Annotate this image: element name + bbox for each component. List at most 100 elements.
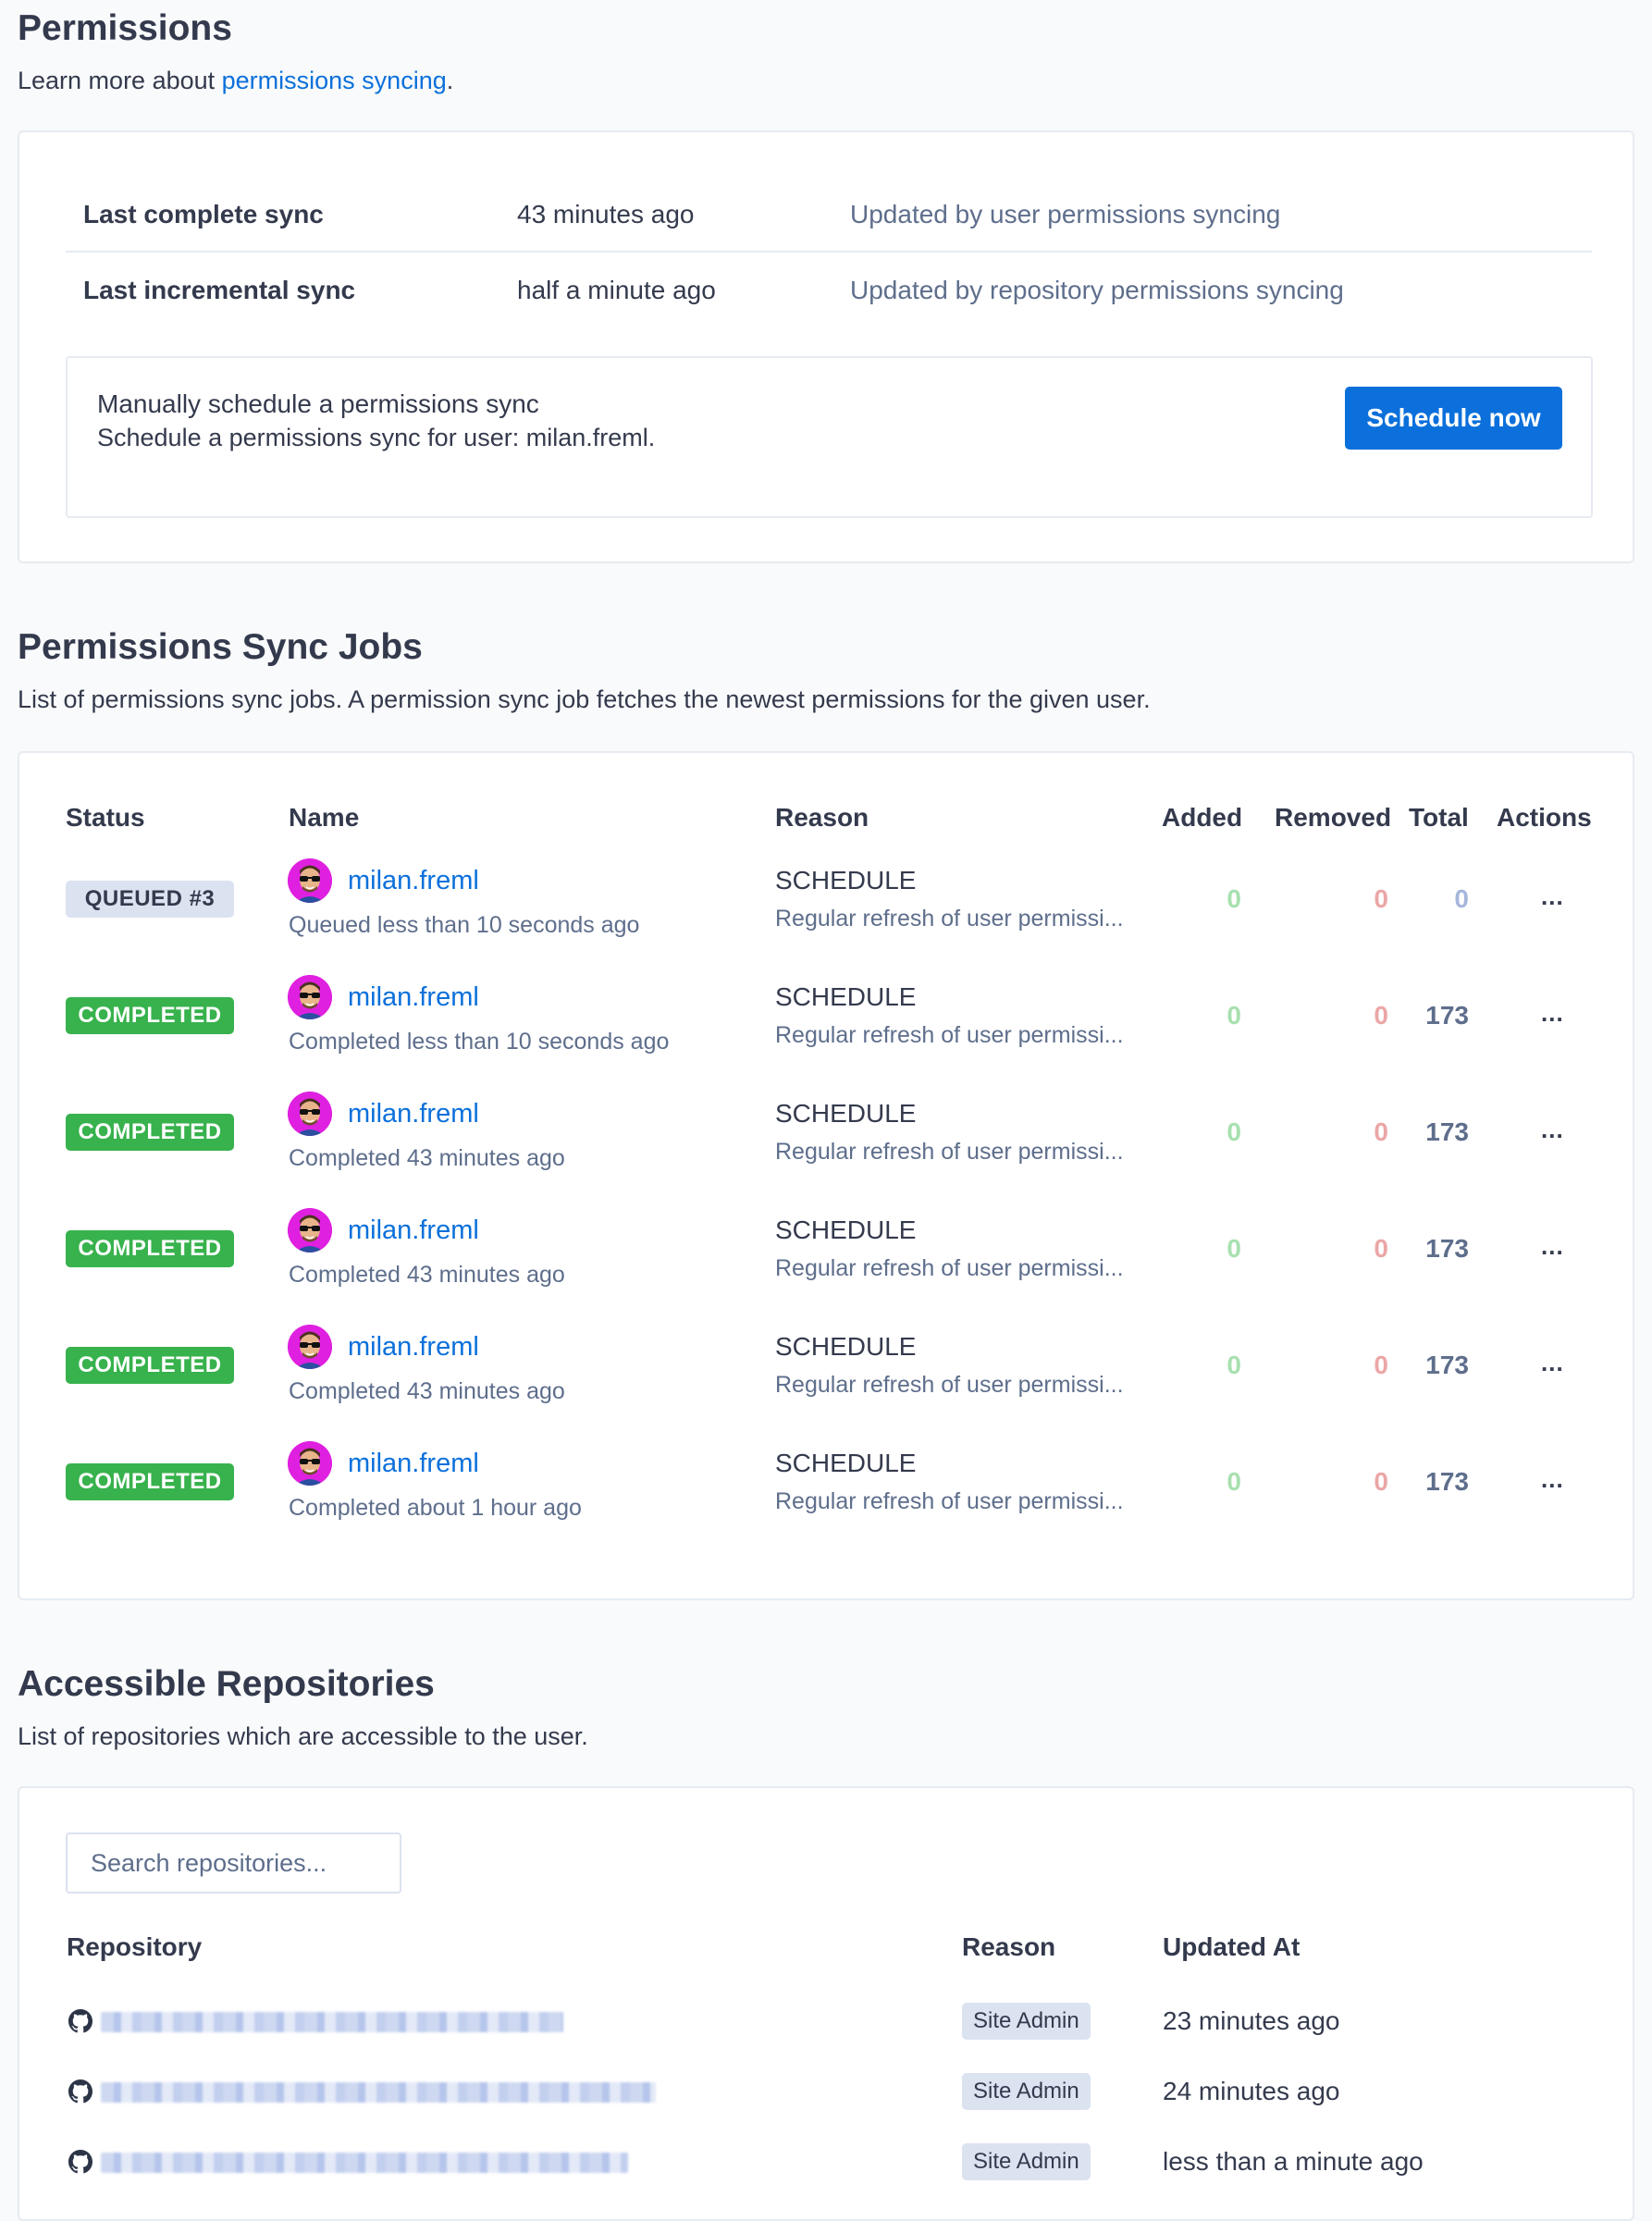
job-reason: SCHEDULE: [775, 982, 917, 1011]
sync-jobs-subtitle: List of permissions sync jobs. A permiss…: [18, 685, 1151, 713]
job-reason: SCHEDULE: [775, 1099, 917, 1128]
repository-name-link[interactable]: [101, 2082, 656, 2103]
removed-count: 0: [1374, 884, 1388, 913]
status-badge: COMPLETED: [66, 997, 234, 1034]
user-link[interactable]: milan.freml: [348, 868, 479, 895]
user-link[interactable]: milan.freml: [348, 1334, 479, 1361]
column-header-name: Name: [289, 803, 360, 832]
status-badge: COMPLETED: [66, 1347, 234, 1384]
added-count: 0: [1227, 1467, 1241, 1496]
user-avatar: [288, 1208, 332, 1252]
manual-schedule-description: Schedule a permissions sync for user: mi…: [97, 424, 656, 451]
job-timestamp: Completed 43 minutes ago: [289, 1378, 565, 1404]
total-count: 173: [1425, 1117, 1469, 1146]
added-count: 0: [1227, 884, 1241, 913]
divider: [66, 251, 1592, 253]
column-header-actions: Actions: [1497, 803, 1592, 832]
last-incremental-sync-label: Last incremental sync: [83, 276, 356, 304]
manual-schedule-title: Manually schedule a permissions sync: [97, 389, 539, 418]
user-avatar: [288, 858, 332, 903]
github-icon: [68, 2150, 92, 2174]
github-icon: [68, 2009, 92, 2033]
status-badge: COMPLETED: [66, 1230, 234, 1267]
manual-schedule-box: Manually schedule a permissions sync Sch…: [66, 356, 1593, 518]
job-reason-description: Regular refresh of user permissi...: [775, 906, 1124, 932]
permissions-subtitle: Learn more about permissions syncing.: [18, 68, 453, 93]
removed-count: 0: [1374, 1351, 1388, 1379]
user-avatar: [288, 1325, 332, 1369]
user-avatar: [288, 1092, 332, 1136]
column-header-repository: Repository: [67, 1932, 203, 1961]
job-reason: SCHEDULE: [775, 1215, 917, 1244]
reason-badge: Site Admin: [962, 2143, 1091, 2180]
job-timestamp: Queued less than 10 seconds ago: [289, 912, 640, 938]
total-count: 0: [1454, 884, 1469, 913]
accessible-repositories-title: Accessible Repositories: [18, 1664, 435, 1704]
schedule-now-button[interactable]: Schedule now: [1345, 387, 1562, 450]
last-complete-sync-value: 43 minutes ago: [517, 200, 695, 228]
actions-menu-button[interactable]: ...: [1541, 1117, 1564, 1141]
user-link[interactable]: milan.freml: [348, 1450, 479, 1477]
job-timestamp: Completed about 1 hour ago: [289, 1495, 582, 1521]
removed-count: 0: [1374, 1001, 1388, 1030]
user-avatar: [288, 975, 332, 1019]
last-complete-sync-description: Updated by user permissions syncing: [850, 200, 1281, 228]
removed-count: 0: [1374, 1467, 1388, 1496]
permissions-syncing-link[interactable]: permissions syncing: [222, 67, 447, 94]
search-repositories-input[interactable]: [66, 1832, 401, 1894]
subtitle-text: Learn more about: [18, 67, 222, 94]
user-avatar: [288, 1441, 332, 1486]
status-badge: QUEUED #3: [66, 881, 234, 918]
sync-jobs-title: Permissions Sync Jobs: [18, 627, 423, 667]
job-reason-description: Regular refresh of user permissi...: [775, 1255, 1124, 1281]
total-count: 173: [1425, 1234, 1469, 1263]
added-count: 0: [1227, 1351, 1241, 1379]
sync-jobs-card: Status Name Reason Added Removed Total A…: [18, 751, 1634, 1600]
job-reason: SCHEDULE: [775, 1332, 917, 1361]
removed-count: 0: [1374, 1117, 1388, 1146]
repository-name-link[interactable]: [101, 2012, 563, 2032]
last-incremental-sync-value: half a minute ago: [517, 276, 716, 304]
repositories-card: Repository Reason Updated At Site Admin 2…: [18, 1786, 1634, 2221]
column-header-added: Added: [1162, 803, 1243, 832]
last-complete-sync-label: Last complete sync: [83, 200, 324, 228]
total-count: 173: [1425, 1467, 1469, 1496]
last-incremental-sync-description: Updated by repository permissions syncin…: [850, 276, 1344, 304]
job-reason: SCHEDULE: [775, 866, 917, 895]
updated-at: less than a minute ago: [1163, 2147, 1424, 2176]
job-timestamp: Completed 43 minutes ago: [289, 1145, 565, 1171]
actions-menu-button[interactable]: ...: [1541, 1234, 1564, 1258]
user-link[interactable]: milan.freml: [348, 1217, 479, 1244]
github-icon: [68, 2079, 92, 2104]
subtitle-period: .: [446, 67, 454, 94]
removed-count: 0: [1374, 1234, 1388, 1263]
reason-badge: Site Admin: [962, 2003, 1091, 2040]
job-reason: SCHEDULE: [775, 1449, 917, 1477]
permissions-card: Last complete sync 43 minutes ago Update…: [18, 130, 1634, 563]
job-reason-description: Regular refresh of user permissi...: [775, 1488, 1124, 1514]
permissions-title: Permissions: [18, 8, 232, 48]
job-timestamp: Completed less than 10 seconds ago: [289, 1029, 670, 1055]
column-header-reason: Reason: [775, 803, 869, 832]
total-count: 173: [1425, 1001, 1469, 1030]
user-link[interactable]: milan.freml: [348, 1101, 479, 1128]
updated-at: 23 minutes ago: [1163, 2006, 1340, 2035]
actions-menu-button[interactable]: ...: [1541, 1351, 1564, 1375]
job-reason-description: Regular refresh of user permissi...: [775, 1372, 1124, 1398]
actions-menu-button[interactable]: ...: [1541, 884, 1564, 908]
status-badge: COMPLETED: [66, 1463, 234, 1500]
total-count: 173: [1425, 1351, 1469, 1379]
updated-at: 24 minutes ago: [1163, 2077, 1340, 2105]
reason-badge: Site Admin: [962, 2073, 1091, 2110]
column-header-removed: Removed: [1275, 803, 1392, 832]
actions-menu-button[interactable]: ...: [1541, 1467, 1564, 1491]
accessible-repositories-subtitle: List of repositories which are accessibl…: [18, 1722, 588, 1750]
job-reason-description: Regular refresh of user permissi...: [775, 1022, 1124, 1048]
added-count: 0: [1227, 1117, 1241, 1146]
user-link[interactable]: milan.freml: [348, 984, 479, 1011]
column-header-reason: Reason: [962, 1932, 1056, 1961]
repository-name-link[interactable]: [101, 2153, 628, 2173]
job-timestamp: Completed 43 minutes ago: [289, 1262, 565, 1288]
actions-menu-button[interactable]: ...: [1541, 1001, 1564, 1025]
job-reason-description: Regular refresh of user permissi...: [775, 1139, 1124, 1165]
